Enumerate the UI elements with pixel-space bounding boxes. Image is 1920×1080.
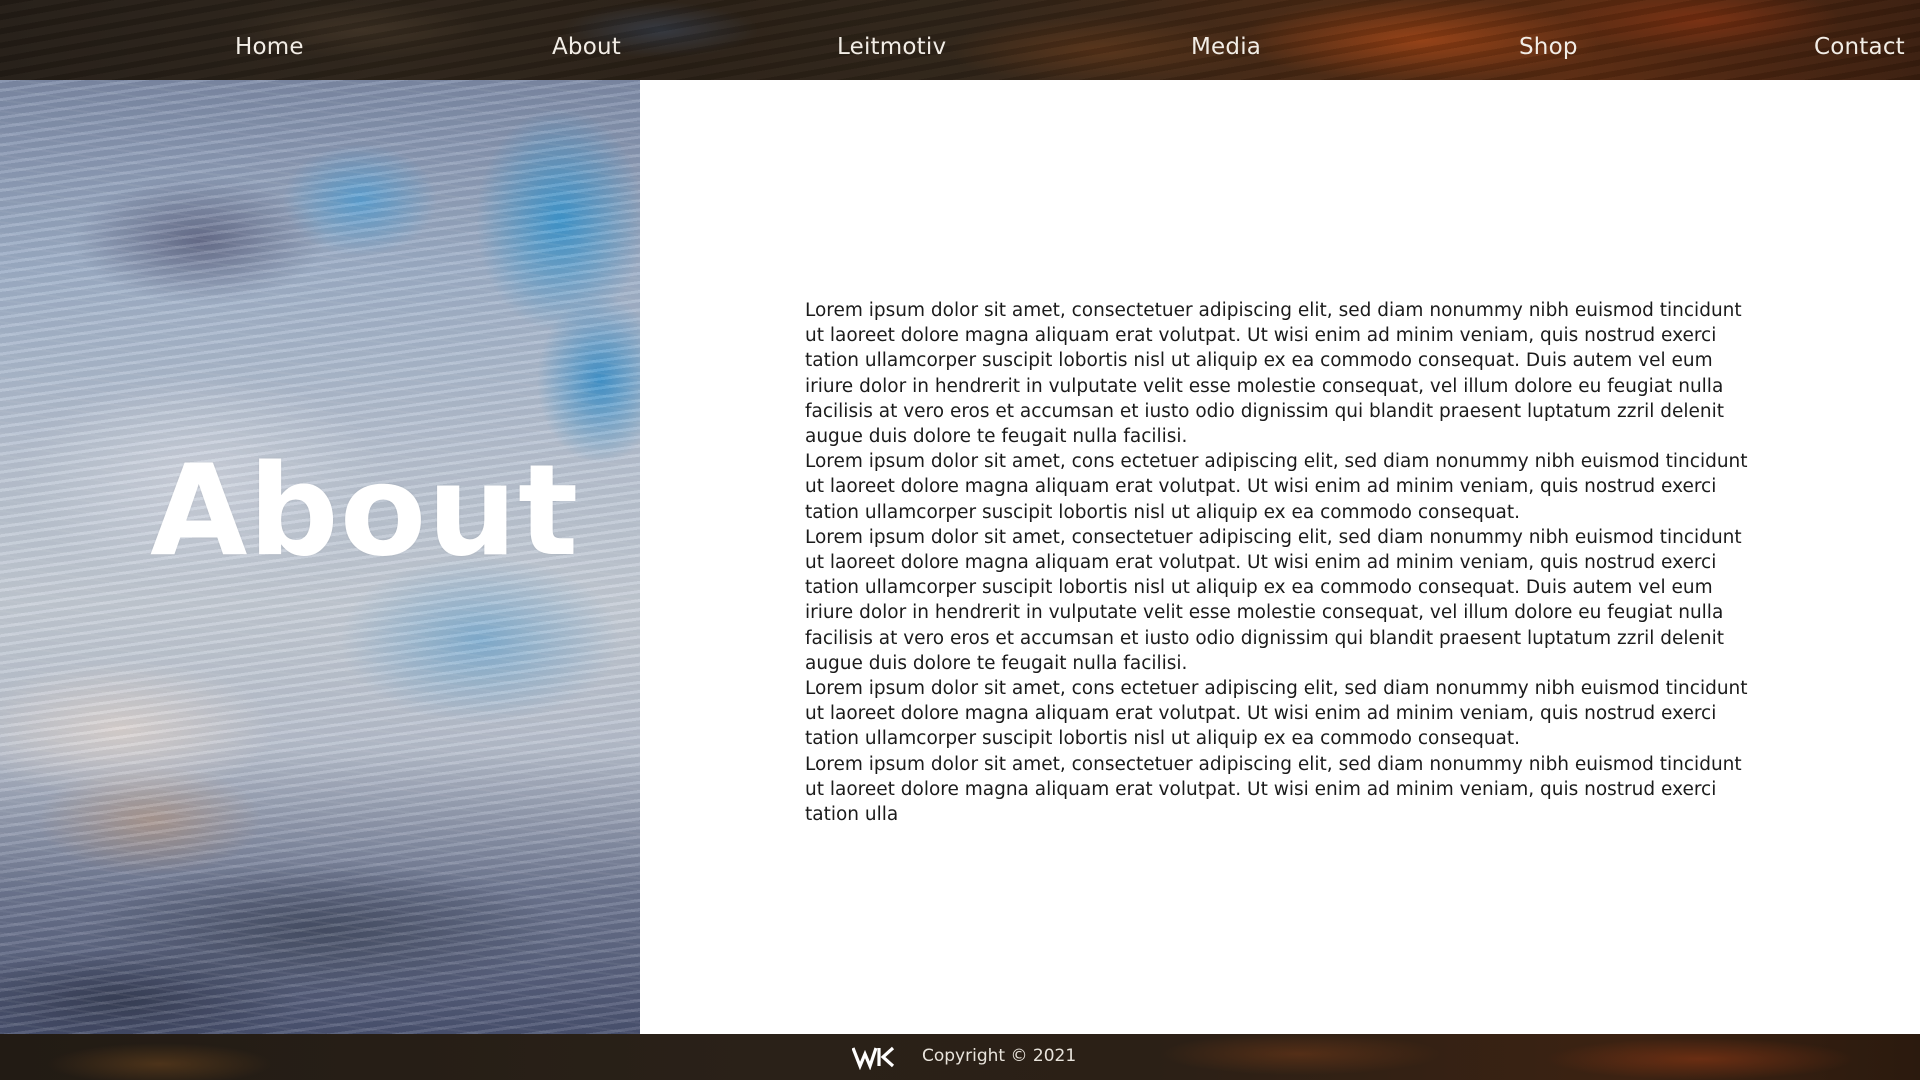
body-text: Lorem ipsum dolor sit amet, consectetuer… bbox=[805, 298, 1765, 827]
nav-item-leitmotiv[interactable]: Leitmotiv bbox=[837, 34, 946, 60]
paragraph: Lorem ipsum dolor sit amet, cons ectetue… bbox=[805, 451, 1748, 523]
wk-logo-icon bbox=[852, 1046, 895, 1070]
nav-item-shop[interactable]: Shop bbox=[1519, 34, 1578, 60]
paragraph: Lorem ipsum dolor sit amet, consectetuer… bbox=[805, 300, 1742, 448]
paragraph: Lorem ipsum dolor sit amet, cons ectetue… bbox=[805, 678, 1748, 750]
footer: Copyright © 2021 bbox=[0, 1034, 1920, 1080]
top-navigation: Home About Leitmotiv Media Shop Contact bbox=[0, 0, 1920, 80]
copyright-text: Copyright © 2021 bbox=[922, 1046, 1077, 1066]
page: Home About Leitmotiv Media Shop Contact … bbox=[0, 0, 1920, 1080]
nav-item-about[interactable]: About bbox=[552, 34, 621, 60]
nav-item-contact[interactable]: Contact bbox=[1814, 34, 1905, 60]
nav-item-home[interactable]: Home bbox=[235, 34, 304, 60]
page-title: About bbox=[150, 437, 580, 584]
paragraph: Lorem ipsum dolor sit amet, consectetuer… bbox=[805, 753, 1742, 826]
paragraph: Lorem ipsum dolor sit amet, consectetuer… bbox=[805, 526, 1742, 674]
hero-painting-panel: About bbox=[0, 80, 640, 1034]
main-content: Lorem ipsum dolor sit amet, consectetuer… bbox=[640, 80, 1920, 1034]
nav-item-media[interactable]: Media bbox=[1191, 34, 1261, 60]
